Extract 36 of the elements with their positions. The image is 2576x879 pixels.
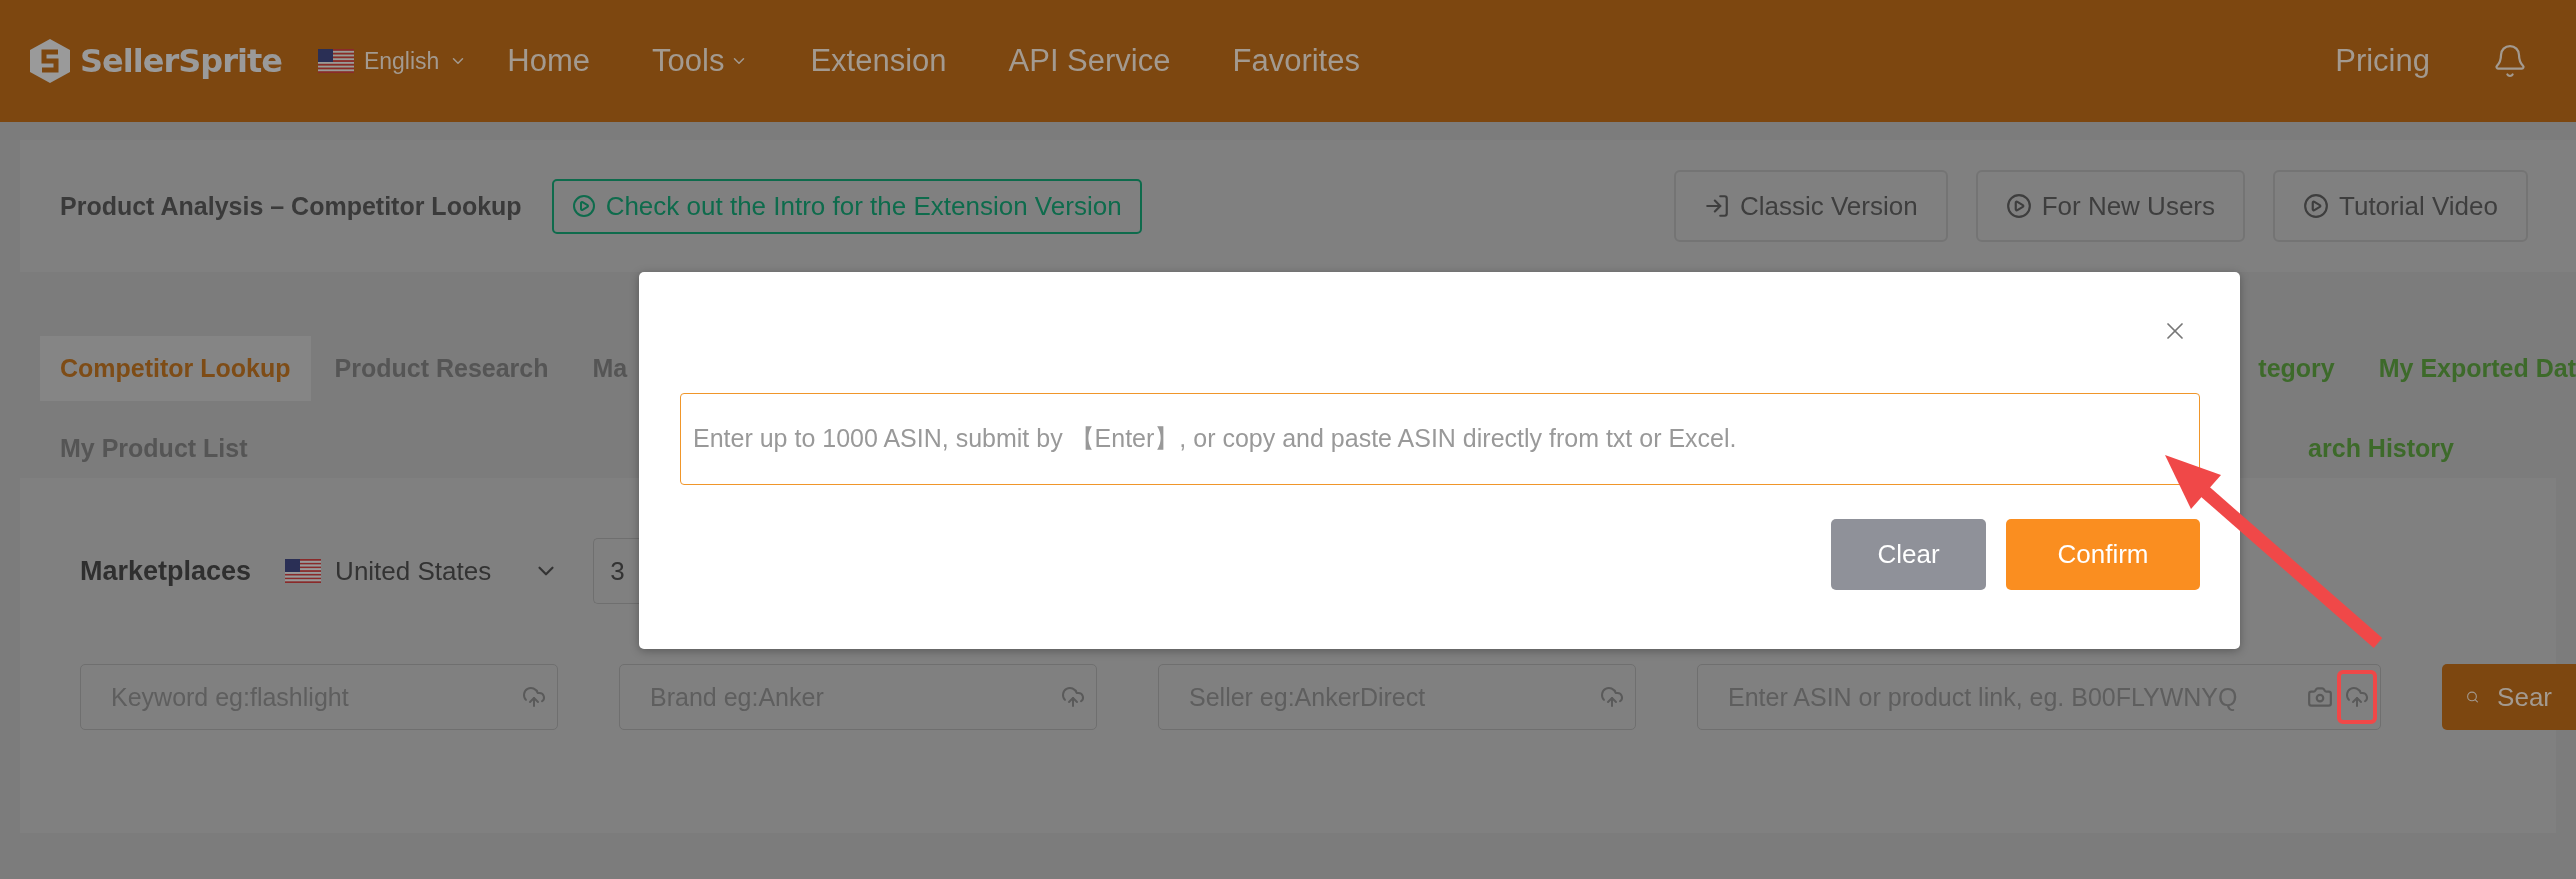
bell-icon[interactable] bbox=[2492, 43, 2528, 79]
upload-button[interactable] bbox=[2337, 670, 2377, 724]
page-title: Product Analysis – Competitor Lookup bbox=[60, 191, 522, 221]
nav-link[interactable]: Pricing bbox=[2335, 43, 2430, 79]
nav-link[interactable]: Tools bbox=[652, 43, 749, 79]
us-flag-icon bbox=[317, 49, 354, 73]
exit-icon bbox=[1703, 193, 1730, 219]
nav-link[interactable]: Extension bbox=[810, 43, 947, 79]
logo-text: SellerSprite bbox=[80, 42, 282, 80]
play-icon bbox=[571, 194, 596, 218]
language-selector[interactable]: English bbox=[317, 47, 468, 75]
header-button[interactable]: For New Users bbox=[1975, 170, 2245, 242]
nav-link[interactable]: API Service bbox=[1008, 43, 1171, 79]
camera-icon[interactable] bbox=[2307, 684, 2333, 710]
confirm-button[interactable]: Confirm bbox=[2006, 519, 2200, 590]
asin-input[interactable]: Enter up to 1000 ASIN, submit by 【Enter】, or copy and paste ASIN directly from txt or Excel. bbox=[680, 393, 2200, 485]
logo-icon bbox=[28, 37, 72, 85]
marketplaces-label: Marketplaces bbox=[80, 555, 252, 587]
play-icon bbox=[2303, 193, 2329, 219]
us-flag-icon bbox=[285, 559, 322, 583]
nav-link[interactable]: Home bbox=[507, 43, 590, 79]
tab[interactable]: arch History bbox=[2268, 415, 2454, 481]
tab[interactable]: Competitor Lookup bbox=[40, 335, 311, 401]
cloud-upload-icon bbox=[1061, 685, 1085, 709]
cloud-upload-icon bbox=[2345, 685, 2369, 709]
search-button[interactable]: Sear bbox=[2442, 664, 2576, 730]
marketplace-select[interactable]: United States bbox=[285, 555, 560, 587]
play-icon bbox=[2005, 193, 2032, 219]
header-button[interactable]: Tutorial Video bbox=[2273, 170, 2528, 242]
clear-button[interactable]: Clear bbox=[1831, 519, 1986, 590]
cloud-upload-icon bbox=[522, 685, 546, 709]
header-button[interactable]: Classic Version bbox=[1673, 170, 1948, 242]
intro-link[interactable]: Check out the Intro for the Extension Version bbox=[551, 178, 1142, 234]
tab[interactable]: My Exported Dat bbox=[2338, 335, 2576, 401]
nav-link[interactable]: Favorites bbox=[1232, 43, 1360, 79]
cloud-upload-icon bbox=[1600, 685, 1624, 709]
